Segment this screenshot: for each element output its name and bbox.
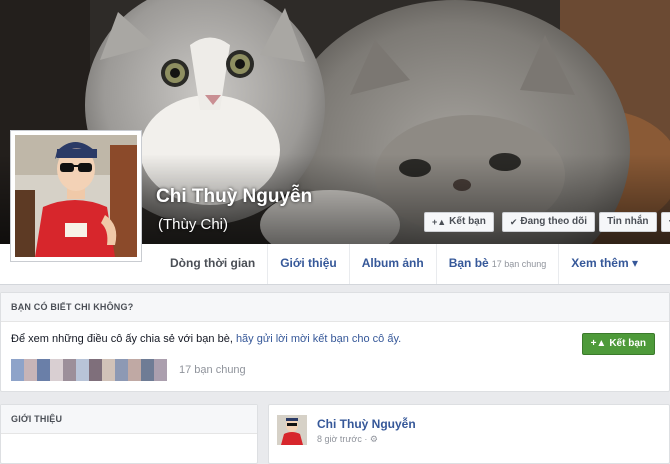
post-card: Chi Thuỳ Nguyễn 8 giờ trước · ⚙ [268,404,670,464]
post-author[interactable]: Chi Thuỳ Nguyễn [317,417,416,431]
person-plus-icon: +▲ [432,217,447,227]
tab-photos-label: Album ảnh [361,256,424,270]
tab-timeline[interactable]: Dòng thời gian [158,244,267,284]
mutual-friends-text[interactable]: 17 bạn chung [179,364,246,376]
tab-more-label: Xem thêm ▾ [571,256,639,270]
alternate-name: (Thùy Chi) [158,216,229,233]
mutual-friends-row: 17 bạn chung [11,359,246,381]
intro-heading: GIỚI THIỆU [1,405,257,434]
do-you-know-card: BẠN CÓ BIẾT CHI KHÔNG? Để xem những điều… [0,292,670,392]
tab-timeline-label: Dòng thời gian [170,256,256,270]
tab-about[interactable]: Giới thiệu [267,244,349,284]
mutual-friends-count: 17 bạn chung [491,259,547,269]
tab-friends[interactable]: Bạn bè 17 bạn chung [435,244,559,284]
send-request-link[interactable]: hãy gửi lời mời kết bạn cho cô ấy. [236,333,401,345]
message-label: Tin nhắn [607,216,649,227]
following-button[interactable]: ✔ Đang theo dõi [501,212,596,232]
add-friend-button[interactable]: +▲ Kết bạn [424,212,494,232]
profile-tabs: Dòng thời gian Giới thiệu Album ảnh Bạn … [158,244,650,284]
tab-more[interactable]: Xem thêm ▾ [558,244,650,284]
more-options-button[interactable]: ··· [660,212,670,232]
person-plus-icon: +▲ [590,338,607,349]
cover-action-bar: +▲ Kết bạn ✔ Đang theo dõi Tin nhắn ··· [424,212,670,232]
intro-card: GIỚI THIỆU [0,404,258,464]
add-friend-green-label: Kết bạn [609,338,646,349]
post-avatar[interactable] [277,415,307,445]
check-icon: ✔ [509,217,518,227]
do-you-know-message: Để xem những điều cô ấy chia sẻ với bạn … [11,333,401,345]
post-timestamp[interactable]: 8 giờ trước · ⚙ [317,434,378,445]
message-text: Để xem những điều cô ấy chia sẻ với bạn … [11,333,236,345]
profile-picture[interactable] [10,130,142,262]
message-button[interactable]: Tin nhắn [599,212,657,232]
following-label: Đang theo dõi [520,216,588,227]
do-you-know-heading: BẠN CÓ BIẾT CHI KHÔNG? [1,293,669,322]
tab-about-label: Giới thiệu [280,256,337,270]
add-friend-label: Kết bạn [449,216,486,227]
profile-name[interactable]: Chi Thuỳ Nguyễn [156,186,312,208]
profile-image [15,135,137,257]
add-friend-green-button[interactable]: +▲ Kết bạn [581,333,655,355]
mutual-friends-thumbnails[interactable] [11,359,167,381]
tab-friends-label: Bạn bè [448,256,489,270]
tab-photos[interactable]: Album ảnh [348,244,436,284]
